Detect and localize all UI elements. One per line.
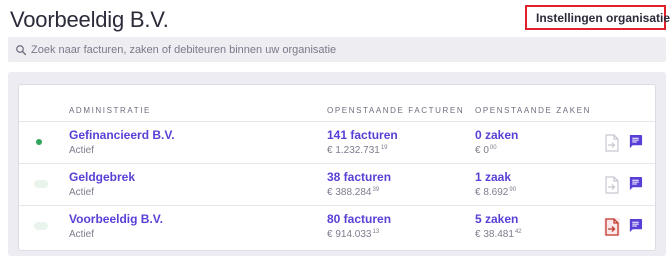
open-invoices-link[interactable]: 80 facturen (327, 212, 391, 226)
administration-status: Actief (69, 187, 95, 198)
status-toggle-track (34, 180, 48, 188)
document-import-icon[interactable] (604, 134, 620, 152)
column-header-administration: ADMINISTRATIE (69, 106, 151, 115)
search-bar[interactable] (8, 37, 666, 62)
open-invoices-link[interactable]: 141 facturen (327, 128, 398, 142)
open-cases-amount: € 38.48142 (475, 229, 522, 240)
column-header-open-invoices: OPENSTAANDE FACTUREN (327, 106, 465, 115)
amount-cents: 00 (489, 145, 497, 151)
amount-main: € 1.232.731 (327, 145, 380, 156)
settings-organization-button[interactable]: Instellingen organisatie (525, 5, 670, 30)
administration-status: Actief (69, 145, 95, 156)
open-cases-link[interactable]: 0 zaken (475, 128, 518, 142)
message-icon[interactable] (628, 218, 643, 233)
administrations-panel: ADMINISTRATIE OPENSTAANDE FACTUREN OPENS… (8, 72, 666, 256)
status-toggle-track (34, 222, 48, 230)
message-icon[interactable] (628, 134, 643, 149)
amount-main: € 914.033 (327, 229, 372, 240)
open-cases-link[interactable]: 1 zaak (475, 170, 511, 184)
open-invoices-link[interactable]: 38 facturen (327, 170, 391, 184)
amount-cents: 42 (514, 229, 522, 235)
administrations-table: ADMINISTRATIE OPENSTAANDE FACTUREN OPENS… (18, 84, 656, 251)
open-cases-amount: € 8.69290 (475, 187, 516, 198)
document-import-icon[interactable] (604, 218, 620, 236)
administration-name-link[interactable]: Geldgebrek (69, 170, 135, 184)
settings-organization-label: Instellingen organisatie (536, 10, 670, 25)
open-cases-link[interactable]: 5 zaken (475, 212, 518, 226)
column-header-open-cases: OPENSTAANDE ZAKEN (475, 106, 591, 115)
message-icon[interactable] (628, 176, 643, 191)
administration-status: Actief (69, 229, 95, 240)
amount-cents: 13 (372, 229, 380, 235)
amount-cents: 90 (509, 187, 517, 193)
amount-main: € 388.284 (327, 187, 372, 198)
amount-main: € 0 (475, 145, 489, 156)
open-invoices-amount: € 1.232.73119 (327, 145, 388, 156)
search-input[interactable] (31, 43, 631, 56)
open-invoices-amount: € 914.03313 (327, 229, 379, 240)
open-invoices-amount: € 388.28439 (327, 187, 379, 198)
amount-cents: 39 (372, 187, 380, 193)
amount-cents: 19 (380, 145, 388, 151)
amount-main: € 38.481 (475, 229, 514, 240)
amount-main: € 8.692 (475, 187, 509, 198)
document-import-icon[interactable] (604, 176, 620, 194)
table-row[interactable]: Geldgebrek Actief 38 facturen € 388.2843… (19, 163, 655, 204)
table-row[interactable]: Gefinancieerd B.V. Actief 141 facturen €… (19, 121, 655, 162)
open-cases-amount: € 000 (475, 145, 497, 156)
administration-name-link[interactable]: Voorbeeldig B.V. (69, 212, 163, 226)
page-title: Voorbeeldig B.V. (10, 7, 169, 32)
search-icon (16, 44, 27, 55)
administration-name-link[interactable]: Gefinancieerd B.V. (69, 128, 175, 142)
status-dot (36, 139, 42, 145)
table-row[interactable]: Voorbeeldig B.V. Actief 80 facturen € 91… (19, 205, 655, 246)
